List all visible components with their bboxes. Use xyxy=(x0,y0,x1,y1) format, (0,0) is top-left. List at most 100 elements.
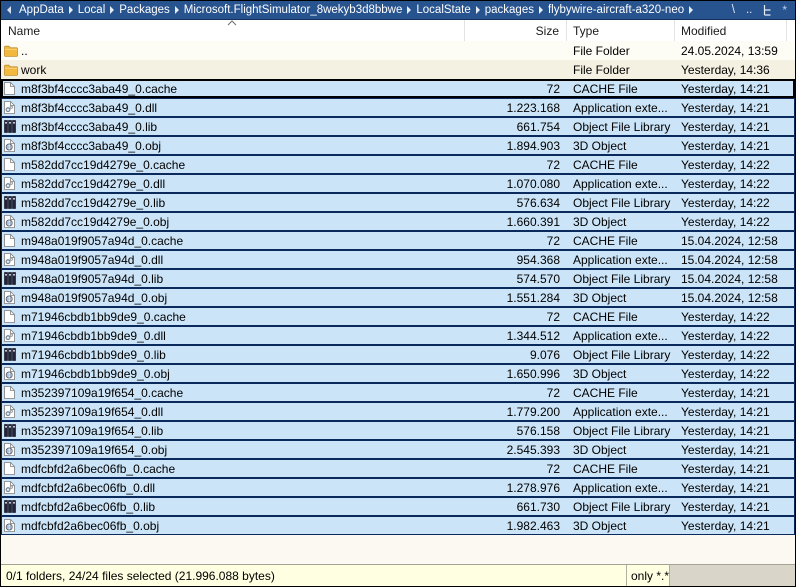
file-type: CACHE File xyxy=(567,310,675,324)
file-row[interactable]: m8f3bf4cccc3aba49_0.lib661.754Object Fil… xyxy=(1,117,795,136)
file-modified: Yesterday, 14:21 xyxy=(675,82,795,96)
file-row[interactable]: m948a019f9057a94d_0.lib574.570Object Fil… xyxy=(1,269,795,288)
file-modified: Yesterday, 14:22 xyxy=(675,348,795,362)
breadcrumb-separator-icon[interactable] xyxy=(110,6,114,14)
file-modified: 24.05.2024, 13:59 xyxy=(675,44,795,58)
file-row[interactable]: m352397109a19f654_0.lib576.158Object Fil… xyxy=(1,421,795,440)
file-modified: Yesterday, 14:21 xyxy=(675,120,795,134)
filter-indicator-text: only *.* xyxy=(631,569,669,583)
column-header-name[interactable]: Name xyxy=(1,20,465,41)
file-type: Object File Library xyxy=(567,500,675,514)
breadcrumb-separator-icon[interactable] xyxy=(539,6,543,14)
file-modified: Yesterday, 14:21 xyxy=(675,500,795,514)
folder-icon xyxy=(1,45,20,57)
file-type: CACHE File xyxy=(567,234,675,248)
file-name: m8f3bf4cccc3aba49_0.lib xyxy=(20,120,465,134)
breadcrumb-separator-icon[interactable] xyxy=(407,6,411,14)
file-size: 1.982.463 xyxy=(465,519,567,533)
file-row[interactable]: ..File Folder24.05.2024, 13:59 xyxy=(1,41,795,60)
file-row[interactable]: m582dd7cc19d4279e_0.dll1.070.080Applicat… xyxy=(1,174,795,193)
file-size: 576.158 xyxy=(465,424,567,438)
dll-file-icon xyxy=(1,405,20,418)
dll-file-icon xyxy=(1,481,20,494)
file-type: 3D Object xyxy=(567,291,675,305)
file-type: Application exte... xyxy=(567,177,675,191)
status-bar: 0/1 folders, 24/24 files selected (21.99… xyxy=(1,564,795,586)
file-name: m71946cbdb1bb9de9_0.obj xyxy=(20,367,465,381)
column-header-modified[interactable]: Modified xyxy=(675,20,787,41)
file-name: m582dd7cc19d4279e_0.dll xyxy=(20,177,465,191)
selection-summary-text: 0/1 folders, 24/24 files selected (21.99… xyxy=(6,569,275,583)
file-size: 661.754 xyxy=(465,120,567,134)
file-row[interactable]: m71946cbdb1bb9de9_0.lib9.076Object File … xyxy=(1,345,795,364)
file-row[interactable]: m71946cbdb1bb9de9_0.dll1.344.512Applicat… xyxy=(1,326,795,345)
file-row[interactable]: m948a019f9057a94d_0.dll954.368Applicatio… xyxy=(1,250,795,269)
file-row[interactable]: mdfcbfd2a6bec06fb_0.dll1.278.976Applicat… xyxy=(1,478,795,497)
file-name: m948a019f9057a94d_0.obj xyxy=(20,291,465,305)
file-row[interactable]: mdfcbfd2a6bec06fb_0.cache72CACHE FileYes… xyxy=(1,459,795,478)
dll-file-icon xyxy=(1,177,20,190)
column-headers: Name Size Type Modified xyxy=(1,20,795,41)
filter-indicator[interactable]: only *.* xyxy=(627,565,670,586)
column-header-size[interactable]: Size xyxy=(465,20,567,41)
file-row[interactable]: m8f3bf4cccc3aba49_0.cache72CACHE FileYes… xyxy=(1,79,795,98)
obj-file-icon xyxy=(1,367,20,380)
breadcrumb-item[interactable]: flybywire-aircraft-a320-neo xyxy=(544,4,688,16)
selection-summary: 0/1 folders, 24/24 files selected (21.99… xyxy=(1,565,627,586)
file-type: Application exte... xyxy=(567,481,675,495)
breadcrumb-item[interactable]: Local xyxy=(74,4,110,16)
file-type: 3D Object xyxy=(567,443,675,457)
file-list: ..File Folder24.05.2024, 13:59workFile F… xyxy=(1,41,795,535)
breadcrumb-item[interactable]: Packages xyxy=(115,4,174,16)
column-header-type-label: Type xyxy=(573,24,599,38)
file-row[interactable]: m582dd7cc19d4279e_0.obj1.660.3913D Objec… xyxy=(1,212,795,231)
file-row[interactable]: mdfcbfd2a6bec06fb_0.lib661.730Object Fil… xyxy=(1,497,795,516)
file-row[interactable]: m582dd7cc19d4279e_0.cache72CACHE FileYes… xyxy=(1,155,795,174)
file-row[interactable]: m582dd7cc19d4279e_0.lib576.634Object Fil… xyxy=(1,193,795,212)
file-type: 3D Object xyxy=(567,367,675,381)
file-row[interactable]: m352397109a19f654_0.obj2.545.3933D Objec… xyxy=(1,440,795,459)
breadcrumb-separator-icon[interactable] xyxy=(175,6,179,14)
file-name: m71946cbdb1bb9de9_0.dll xyxy=(20,329,465,343)
breadcrumb-separator-icon[interactable] xyxy=(476,6,480,14)
breadcrumb-item[interactable]: LocalState xyxy=(412,4,474,16)
file-row[interactable]: m352397109a19f654_0.dll1.779.200Applicat… xyxy=(1,402,795,421)
breadcrumb-item[interactable]: AppData xyxy=(15,4,68,16)
file-row[interactable]: m71946cbdb1bb9de9_0.obj1.650.9963D Objec… xyxy=(1,364,795,383)
history-icon[interactable] xyxy=(763,5,771,16)
folder-icon xyxy=(1,64,20,76)
parent-dir-icon[interactable]: .. xyxy=(746,1,752,20)
breadcrumb-item[interactable]: Microsoft.FlightSimulator_8wekyb3d8bbwe xyxy=(180,4,407,16)
column-header-type[interactable]: Type xyxy=(567,20,675,41)
file-row[interactable]: mdfcbfd2a6bec06fb_0.obj1.982.4633D Objec… xyxy=(1,516,795,535)
file-manager-window: AppData Local Packages Microsoft.FlightSimu… xyxy=(0,0,796,587)
dll-file-icon xyxy=(1,101,20,114)
file-row[interactable]: m71946cbdb1bb9de9_0.cache72CACHE FileYes… xyxy=(1,307,795,326)
column-header-size-label: Size xyxy=(536,24,559,38)
file-size: 1.070.080 xyxy=(465,177,567,191)
file-name: m948a019f9057a94d_0.dll xyxy=(20,253,465,267)
lib-file-icon xyxy=(1,196,20,209)
obj-file-icon xyxy=(1,215,20,228)
file-row[interactable]: m352397109a19f654_0.cache72CACHE FileYes… xyxy=(1,383,795,402)
breadcrumb-separator-icon[interactable] xyxy=(69,6,73,14)
goto-root-icon[interactable]: \ xyxy=(732,1,735,20)
file-row[interactable]: m948a019f9057a94d_0.cache72CACHE File15.… xyxy=(1,231,795,250)
file-row[interactable]: m8f3bf4cccc3aba49_0.obj1.894.9033D Objec… xyxy=(1,136,795,155)
file-row[interactable]: workFile FolderYesterday, 14:36 xyxy=(1,60,795,79)
breadcrumb-item[interactable]: packages xyxy=(481,4,538,16)
file-row[interactable]: m948a019f9057a94d_0.obj1.551.2843D Objec… xyxy=(1,288,795,307)
lib-file-icon xyxy=(1,348,20,361)
file-size: 72 xyxy=(465,158,567,172)
file-modified: Yesterday, 14:22 xyxy=(675,310,795,324)
breadcrumb-back-icon[interactable] xyxy=(7,6,11,14)
dll-file-icon xyxy=(1,329,20,342)
file-name: mdfcbfd2a6bec06fb_0.dll xyxy=(20,481,465,495)
breadcrumb-separator-icon[interactable] xyxy=(689,6,693,14)
cache-file-icon xyxy=(1,234,20,247)
cache-file-icon xyxy=(1,310,20,323)
favorites-icon[interactable]: * xyxy=(782,1,787,20)
file-row[interactable]: m8f3bf4cccc3aba49_0.dll1.223.168Applicat… xyxy=(1,98,795,117)
file-modified: Yesterday, 14:22 xyxy=(675,329,795,343)
column-header-stub xyxy=(787,20,795,41)
